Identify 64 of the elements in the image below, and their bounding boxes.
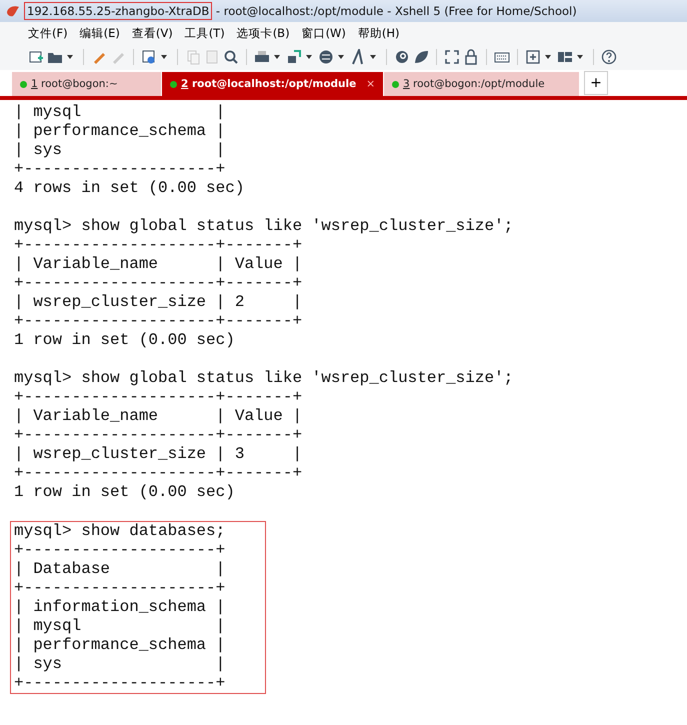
terminal-line: +--------------------+-------+ bbox=[14, 274, 302, 292]
search-icon[interactable] bbox=[223, 49, 239, 65]
dropdown-caret-icon[interactable] bbox=[338, 55, 344, 59]
terminal-line: | sys | bbox=[14, 655, 226, 673]
session-tab[interactable]: 3 root@bogon:/opt/module bbox=[384, 72, 580, 96]
menu-item[interactable]: 工具(T) bbox=[184, 26, 225, 40]
terminal-line: | Variable_name | Value | bbox=[14, 255, 302, 273]
help-icon[interactable] bbox=[601, 49, 617, 65]
terminal-line: +--------------------+-------+ bbox=[14, 464, 302, 482]
dropdown-caret-icon[interactable] bbox=[306, 55, 312, 59]
menu-item[interactable]: 查看(V) bbox=[132, 26, 173, 40]
terminal-line: | information_schema | bbox=[14, 598, 226, 616]
dropdown-caret-icon[interactable] bbox=[67, 55, 73, 59]
terminal-line: mysql> show global status like 'wsrep_cluster_size'; bbox=[14, 369, 514, 387]
terminal-line: mysql> show global status like 'wsrep_cluster_size'; bbox=[14, 217, 514, 235]
terminal-line: | performance_schema | bbox=[14, 122, 226, 140]
dropdown-caret-icon[interactable] bbox=[370, 55, 376, 59]
menu-item[interactable]: 窗口(W) bbox=[302, 26, 346, 40]
new-window-icon[interactable] bbox=[28, 49, 44, 65]
terminal-line: | wsrep_cluster_size | 2 | bbox=[14, 293, 302, 311]
window-title: 192.168.55.25-zhangbo-XtraDB - root@localhost:/opt/module - Xshell 5 (Free for Home/School) bbox=[24, 4, 577, 18]
terminal-line: +--------------------+ bbox=[14, 160, 226, 178]
dropdown-caret-icon[interactable] bbox=[274, 55, 280, 59]
session-tab[interactable]: 1 root@bogon:~ bbox=[12, 72, 162, 96]
status-dot-icon bbox=[392, 80, 399, 88]
terminal-line: | sys | bbox=[14, 141, 226, 159]
dropdown-caret-icon[interactable] bbox=[545, 55, 551, 59]
terminal-line: +--------------------+-------+ bbox=[14, 426, 302, 444]
printer-icon[interactable] bbox=[254, 49, 270, 65]
terminal-line: 1 row in set (0.00 sec) bbox=[14, 331, 235, 349]
leaf-icon[interactable] bbox=[413, 49, 429, 65]
menu-item[interactable]: 帮助(H) bbox=[358, 26, 400, 40]
status-dot-icon bbox=[20, 80, 27, 88]
terminal-line: | mysql | bbox=[14, 617, 226, 635]
terminal-line: | wsrep_cluster_size | 3 | bbox=[14, 445, 302, 463]
terminal-line: | performance_schema | bbox=[14, 636, 226, 654]
terminal-line: +--------------------+-------+ bbox=[14, 236, 302, 254]
terminal-line: 1 row in set (0.00 sec) bbox=[14, 483, 235, 501]
menu-item[interactable]: 文件(F) bbox=[28, 26, 68, 40]
terminal-line: | Variable_name | Value | bbox=[14, 407, 302, 425]
lock-icon[interactable] bbox=[463, 49, 479, 65]
close-tab-button[interactable]: × bbox=[366, 78, 376, 90]
add-icon[interactable] bbox=[525, 49, 541, 65]
terminal-line: +--------------------+-------+ bbox=[14, 312, 302, 330]
terminal-line: | mysql | bbox=[14, 103, 226, 121]
terminal-line: +--------------------+ bbox=[14, 541, 226, 559]
menu-item[interactable]: 选项卡(B) bbox=[236, 26, 290, 40]
session-tab[interactable]: 2 root@localhost:/opt/module × bbox=[162, 72, 384, 96]
terminal-line: +--------------------+ bbox=[14, 674, 226, 692]
fullscreen-icon[interactable] bbox=[444, 49, 460, 65]
app-logo-icon bbox=[6, 4, 20, 18]
transfer-icon[interactable] bbox=[286, 49, 302, 65]
terminal-line: mysql> show databases; bbox=[14, 522, 226, 540]
terminal-line: | Database | bbox=[14, 560, 226, 578]
dropdown-caret-icon[interactable] bbox=[161, 55, 167, 59]
new-tab-button[interactable]: + bbox=[584, 71, 608, 95]
globe-icon[interactable] bbox=[318, 49, 334, 65]
terminal-line: 4 rows in set (0.00 sec) bbox=[14, 179, 244, 197]
dropdown-caret-icon[interactable] bbox=[577, 55, 583, 59]
terminal-line: +--------------------+-------+ bbox=[14, 388, 302, 406]
terminal-line: +--------------------+ bbox=[14, 579, 226, 597]
menu-item[interactable]: 编辑(E) bbox=[80, 26, 120, 40]
layout-icon[interactable] bbox=[557, 49, 573, 65]
status-dot-icon bbox=[170, 80, 177, 88]
